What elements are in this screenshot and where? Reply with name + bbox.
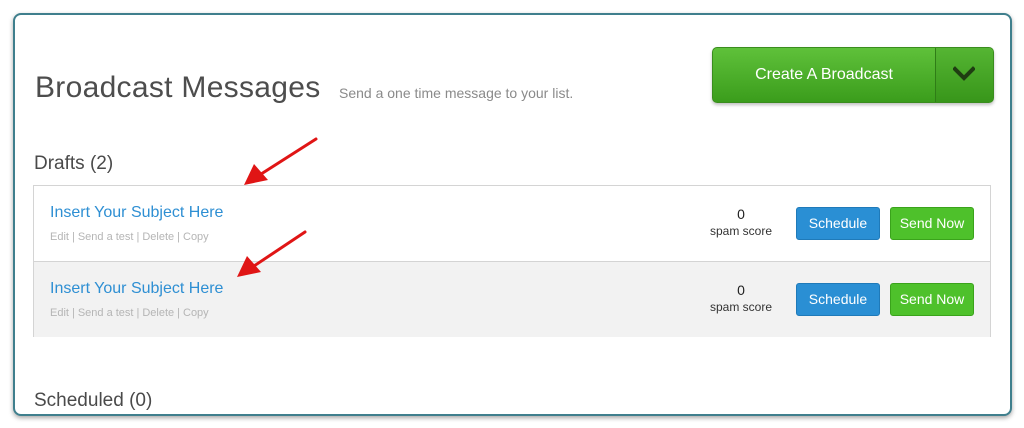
send-test-link[interactable]: Send a test: [78, 231, 134, 243]
draft-row: Insert Your Subject Here Edit | Send a tes…: [34, 186, 990, 261]
spam-score-label: spam score: [709, 224, 773, 238]
create-broadcast-dropdown[interactable]: [935, 48, 993, 102]
drafts-list: Insert Your Subject Here Edit | Send a tes…: [33, 185, 991, 337]
draft-subject-link[interactable]: Insert Your Subject Here: [50, 280, 223, 298]
broadcast-panel: Broadcast Messages Send a one time messa…: [13, 13, 1012, 416]
schedule-button[interactable]: Schedule: [796, 207, 880, 240]
create-broadcast-group: Create A Broadcast: [712, 47, 994, 103]
scheduled-heading: Scheduled (0): [34, 390, 153, 411]
spam-score-value: 0: [737, 282, 745, 298]
schedule-button[interactable]: Schedule: [796, 283, 880, 316]
copy-link[interactable]: Copy: [183, 231, 209, 243]
delete-link[interactable]: Delete: [142, 231, 174, 243]
page-title: Broadcast Messages: [35, 71, 321, 104]
annotation-arrow-icon: [237, 230, 307, 277]
page-subtitle: Send a one time message to your list.: [339, 85, 574, 101]
send-now-button[interactable]: Send Now: [890, 207, 974, 240]
edit-link[interactable]: Edit: [50, 307, 69, 319]
send-test-link[interactable]: Send a test: [78, 307, 134, 319]
draft-row: Insert Your Subject Here Edit | Send a tes…: [34, 261, 990, 337]
copy-link[interactable]: Copy: [183, 307, 209, 319]
send-now-button[interactable]: Send Now: [890, 283, 974, 316]
delete-link[interactable]: Delete: [142, 307, 174, 319]
spam-score-value: 0: [737, 206, 745, 222]
edit-link[interactable]: Edit: [50, 231, 69, 243]
draft-actions: Edit | Send a test | Delete | Copy: [50, 307, 209, 319]
draft-subject-link[interactable]: Insert Your Subject Here: [50, 204, 223, 222]
annotation-arrow-icon: [244, 137, 318, 185]
draft-actions: Edit | Send a test | Delete | Copy: [50, 231, 209, 243]
chevron-down-icon: [953, 66, 975, 81]
create-broadcast-button[interactable]: Create A Broadcast: [713, 48, 935, 102]
spam-score-label: spam score: [709, 300, 773, 314]
drafts-heading: Drafts (2): [34, 153, 114, 174]
